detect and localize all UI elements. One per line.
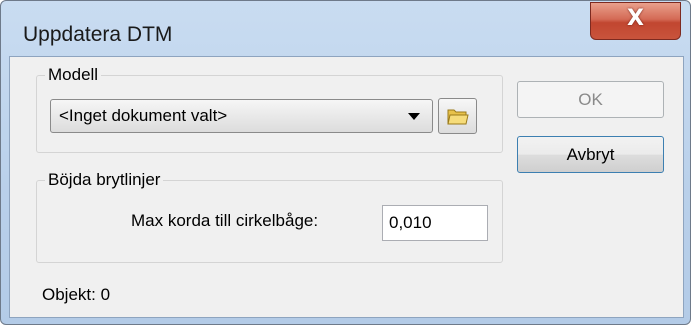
close-button[interactable]: X (590, 2, 681, 40)
max-chord-input[interactable]: 0,010 (382, 205, 488, 241)
document-select-value: <Inget dokument valt> (59, 106, 228, 125)
max-chord-label: Max korda till cirkelbåge: (131, 211, 319, 230)
window-title: Uppdatera DTM (23, 23, 173, 46)
close-icon: X (627, 6, 644, 31)
object-count: Objekt: 0 (42, 285, 111, 304)
folder-icon (447, 109, 469, 125)
dialog-client-area: Modell <Inget dokument valt> Böjda brytl… (9, 56, 684, 318)
dialog-window: Uppdatera DTM X Modell <Inget dokument v… (0, 0, 691, 325)
document-select[interactable]: <Inget dokument valt> (50, 99, 433, 133)
model-group-legend: Modell (45, 65, 102, 85)
curved-breaklines-group: Böjda brytlinjer Max korda till cirkelbå… (36, 170, 503, 263)
cancel-button[interactable]: Avbryt (517, 136, 664, 173)
ok-button[interactable]: OK (517, 81, 664, 118)
chevron-down-icon (408, 113, 420, 120)
model-group: Modell <Inget dokument valt> (36, 65, 503, 153)
browse-folder-button[interactable] (438, 98, 477, 134)
curved-breaklines-legend: Böjda brytlinjer (45, 170, 164, 190)
